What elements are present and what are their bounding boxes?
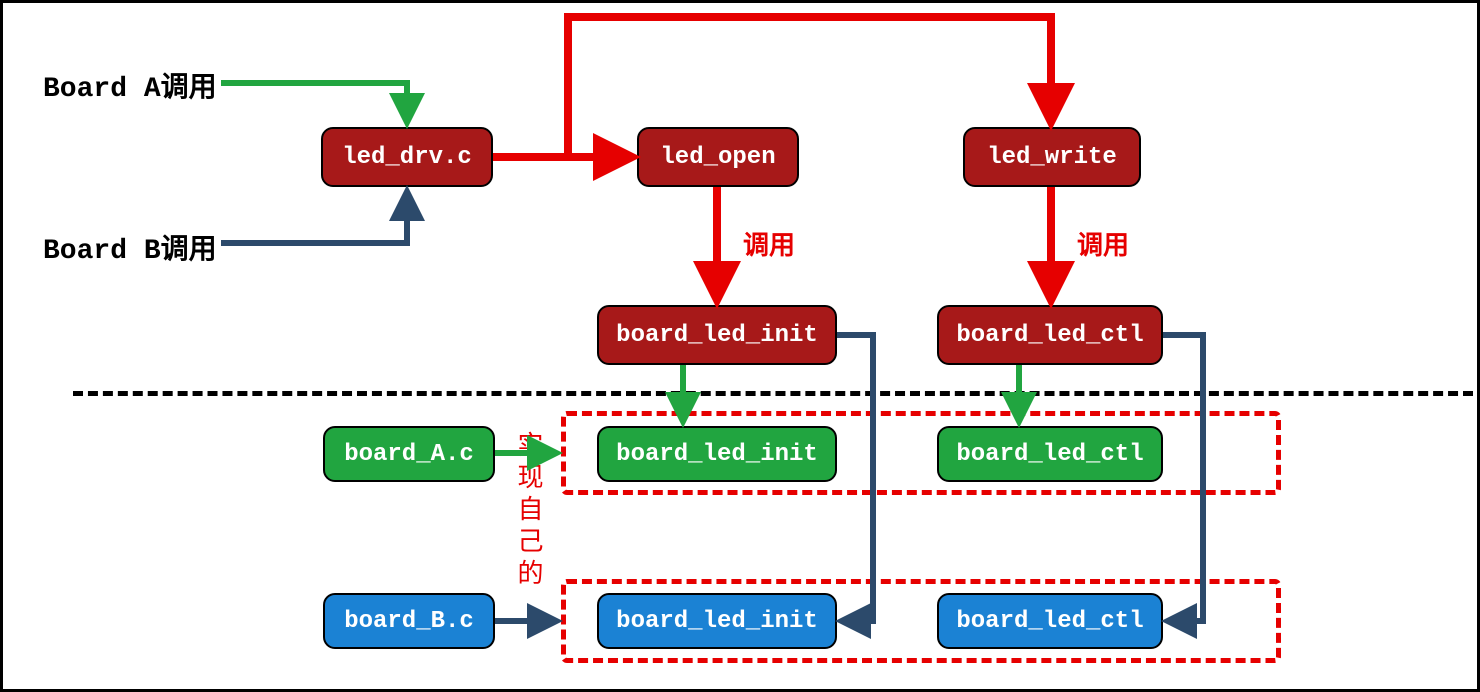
node-board-led-init-top: board_led_init (597, 305, 837, 365)
node-board-led-ctl-a: board_led_ctl (937, 426, 1163, 482)
node-board-led-init-b: board_led_init (597, 593, 837, 649)
label-board-b-call: Board B调用 (43, 227, 217, 267)
label-call-1: 调用 (743, 225, 795, 262)
node-led-write: led_write (963, 127, 1141, 187)
label-call-2: 调用 (1077, 225, 1129, 262)
node-led-open: led_open (637, 127, 799, 187)
divider-dashed (73, 391, 1473, 396)
label-implement-own: 实现自己的 (509, 431, 546, 591)
node-board-b: board_B.c (323, 593, 495, 649)
node-led-drv: led_drv.c (321, 127, 493, 187)
diagram-canvas: Board A调用 Board B调用 调用 调用 实现自己的 led_drv.… (0, 0, 1480, 692)
node-board-led-ctl-b: board_led_ctl (937, 593, 1163, 649)
node-board-led-ctl-top: board_led_ctl (937, 305, 1163, 365)
node-board-a: board_A.c (323, 426, 495, 482)
node-board-led-init-a: board_led_init (597, 426, 837, 482)
label-board-a-call: Board A调用 (43, 65, 217, 105)
